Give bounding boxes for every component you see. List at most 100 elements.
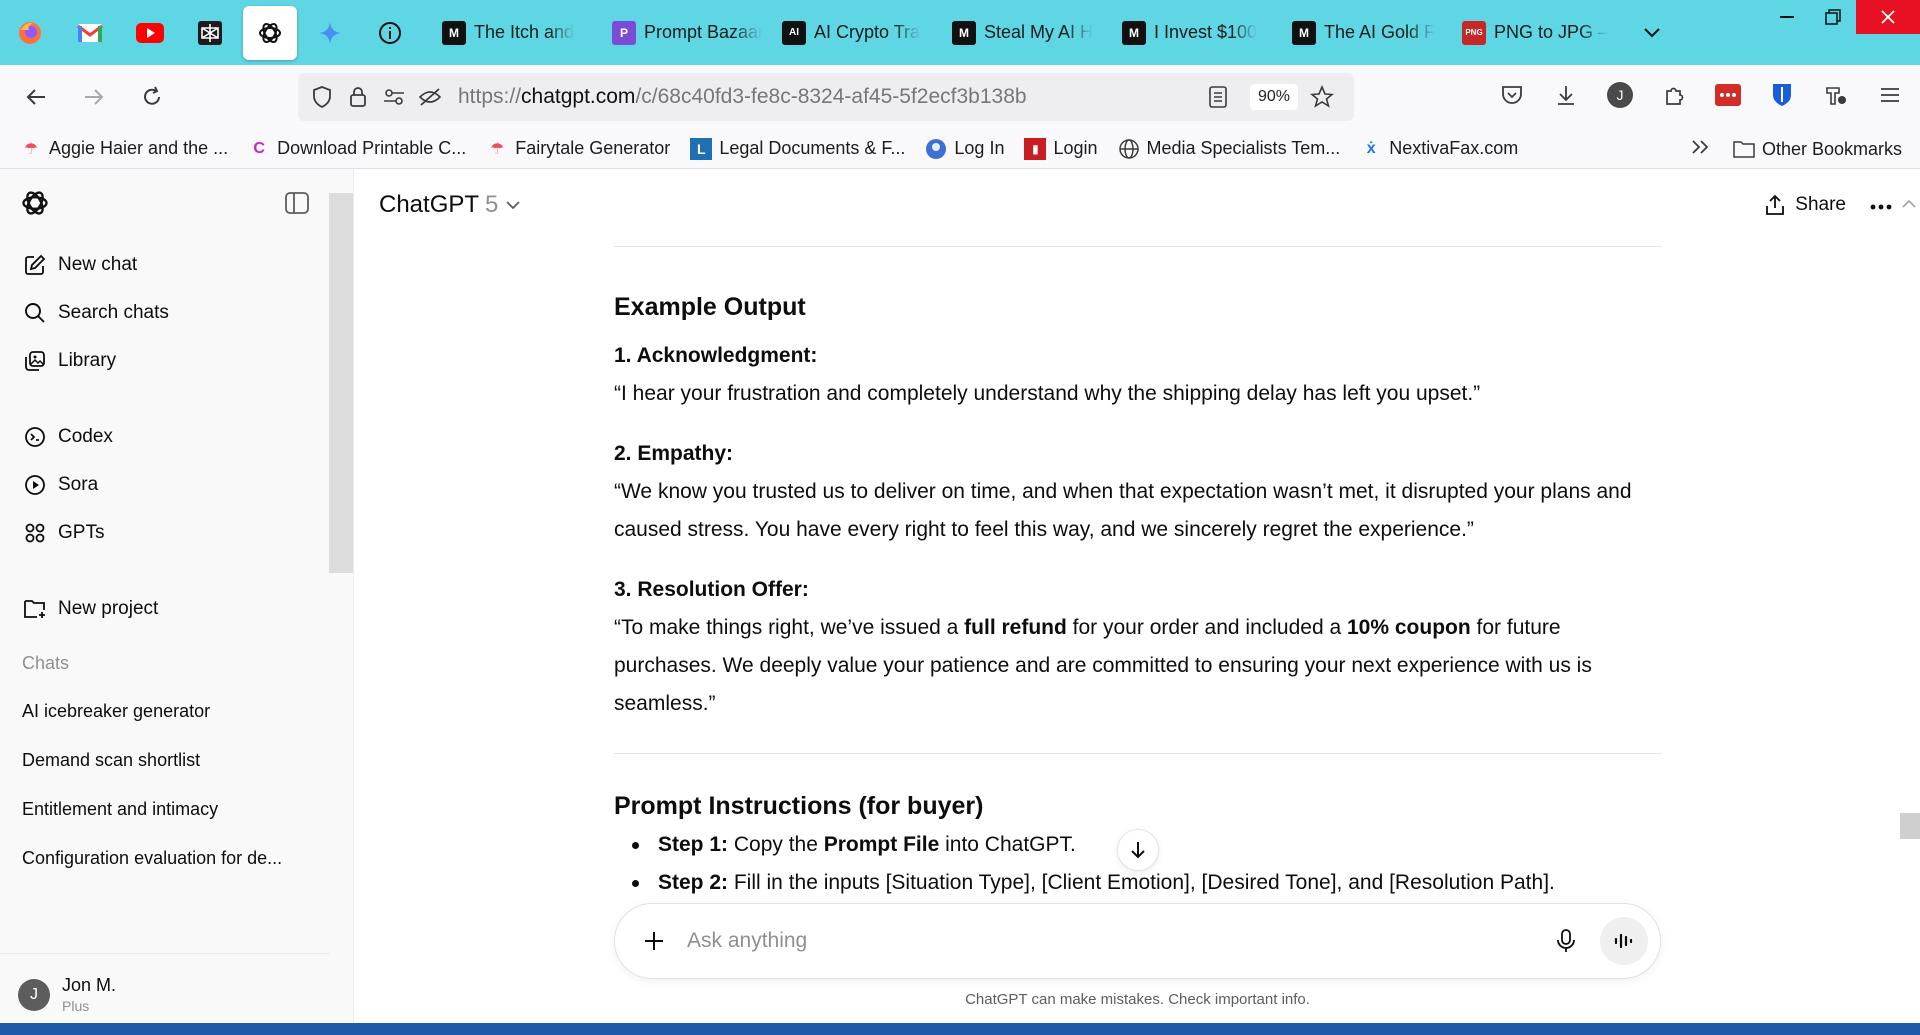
other-bookmarks-folder[interactable]: Other Bookmarks — [1733, 138, 1902, 160]
sidebar-scrollbar-thumb[interactable] — [329, 193, 353, 573]
bookmark-page-button[interactable] — [1308, 83, 1336, 111]
main-scrollbar-thumb[interactable] — [1900, 813, 1920, 839]
tab-4[interactable]: M Steal My AI H — [942, 13, 1112, 53]
shield-icon — [313, 86, 331, 108]
zoom-level-button[interactable]: 90% — [1249, 84, 1298, 110]
youtube-icon — [136, 22, 164, 43]
lastpass-icon — [1715, 84, 1741, 106]
bookmark-item[interactable]: Media Specialists Tem... — [1118, 138, 1340, 160]
chat-history-item[interactable]: Entitlement and intimacy — [0, 785, 353, 834]
dictate-button[interactable] — [1546, 921, 1586, 961]
tracking-protection-icon[interactable] — [308, 83, 336, 111]
more-bookmarks-button[interactable] — [1691, 139, 1711, 160]
sidebar-item-gpts[interactable]: GPTs — [0, 509, 353, 557]
app-menu-button[interactable] — [1870, 75, 1910, 115]
main-scrollbar[interactable] — [1898, 199, 1920, 899]
downloads-button[interactable] — [1546, 75, 1586, 115]
permissions-icon[interactable] — [380, 83, 408, 111]
ublock-extension-button[interactable] — [1816, 75, 1856, 115]
lastpass-extension-button[interactable] — [1708, 75, 1748, 115]
reader-view-icon — [1209, 86, 1227, 108]
sidebar-item-label: New project — [58, 598, 159, 619]
tab-title: The Itch and — [474, 22, 575, 42]
bookmark-item[interactable]: ▮ Login — [1024, 137, 1098, 160]
chat-history-item[interactable]: AI icebreaker generator — [0, 687, 353, 736]
minimize-button[interactable] — [1764, 0, 1810, 34]
add-attachment-button[interactable] — [639, 926, 669, 956]
pinned-tab-gemini[interactable] — [300, 3, 360, 63]
window-controls — [1764, 0, 1920, 34]
address-bar[interactable]: https://chatgpt.com/c/68c40fd3-fe8c-8324… — [298, 73, 1354, 121]
model-selector[interactable]: ChatGPT 5 — [379, 191, 521, 219]
bookmark-item[interactable]: ☂ Aggie Haier and the ... — [20, 138, 228, 160]
tab-title: Prompt Bazaar — [644, 22, 762, 42]
resolution-block: 3. Resolution Offer: “To make things rig… — [614, 571, 1661, 723]
pinned-tab-info[interactable] — [360, 3, 420, 63]
sidebar-item-label: Sora — [58, 474, 99, 495]
nextiva-icon: ẋ — [1366, 139, 1376, 157]
reader-view-button[interactable] — [1204, 83, 1232, 111]
sidebar-item-new-chat[interactable]: New chat — [0, 241, 353, 289]
tab-title: AI Crypto Tra — [814, 22, 921, 42]
arrow-right-icon — [85, 89, 104, 105]
medium-icon: M — [1122, 20, 1146, 45]
tab-2[interactable]: P Prompt Bazaar — [602, 13, 772, 53]
pinned-tab-youtube[interactable] — [120, 3, 180, 63]
back-button[interactable] — [14, 75, 58, 119]
perplexity-icon — [198, 20, 222, 45]
sidebar-item-label: Search chats — [58, 302, 169, 323]
extensions-button[interactable] — [1654, 75, 1694, 115]
share-label: Share — [1795, 194, 1846, 215]
umbrella-icon: ☂ — [490, 140, 505, 158]
sidebar-item-search-chats[interactable]: Search chats — [0, 289, 353, 337]
sidebar-scrollbar[interactable] — [329, 181, 353, 581]
scroll-up-icon[interactable] — [1902, 199, 1916, 209]
user-info: Jon M. Plus — [62, 975, 116, 1014]
tab-7[interactable]: PNG PNG to JPG – — [1452, 13, 1622, 53]
restore-button[interactable] — [1810, 0, 1856, 34]
bookmark-item[interactable]: L Legal Documents & F... — [690, 137, 905, 160]
tab-3[interactable]: AI AI Crypto Tra — [772, 13, 942, 53]
scroll-to-bottom-button[interactable] — [1117, 829, 1159, 871]
share-button[interactable]: Share — [1765, 194, 1846, 216]
prompt-input[interactable] — [687, 929, 1546, 953]
text-run: for your order and included a — [1066, 616, 1347, 639]
pinned-tab-firefox[interactable] — [0, 3, 60, 63]
chat-history-item[interactable]: Configuration evaluation for de... — [0, 834, 353, 883]
sidebar-item-new-project[interactable]: New project — [0, 585, 353, 633]
voice-mode-button[interactable] — [1600, 917, 1648, 965]
sidebar-item-codex[interactable]: Codex — [0, 413, 353, 461]
account-button[interactable]: J — [1600, 75, 1640, 115]
bookmark-item[interactable]: Log In — [925, 138, 1004, 160]
tab-5[interactable]: M I Invest $100 — [1112, 13, 1282, 53]
sidebar-item-library[interactable]: Library — [0, 337, 353, 385]
bookmark-item[interactable]: ẋ NextivaFax.com — [1360, 138, 1519, 160]
tab-1[interactable]: M The Itch and — [432, 13, 602, 53]
list-all-tabs-button[interactable] — [1632, 13, 1672, 53]
pinned-tab-chatgpt-active[interactable] — [243, 5, 297, 60]
reload-button[interactable] — [130, 75, 174, 119]
chat-history-item[interactable]: Demand scan shortlist — [0, 736, 353, 785]
tab-title: Steal My AI H — [984, 22, 1094, 42]
bookmarks-right: Other Bookmarks — [1691, 129, 1902, 169]
tab-6[interactable]: M The AI Gold F — [1282, 13, 1452, 53]
chatgpt-home-button[interactable] — [20, 188, 50, 223]
pinned-tab-gmail[interactable] — [60, 3, 120, 63]
sidebar-item-sora[interactable]: Sora — [0, 461, 353, 509]
bookmark-item[interactable]: ☂ Fairytale Generator — [486, 138, 670, 160]
chats-section-heading: Chats — [22, 652, 70, 673]
forward-button[interactable] — [72, 75, 116, 119]
tab-title: PNG to JPG – — [1494, 22, 1609, 42]
blocked-media-icon[interactable] — [416, 83, 444, 111]
bookmark-item[interactable]: C Download Printable C... — [248, 138, 466, 160]
site-security-icon[interactable] — [344, 83, 372, 111]
bitwarden-extension-button[interactable] — [1762, 75, 1802, 115]
pinned-tab-perplexity[interactable] — [180, 3, 240, 63]
browser-tab-strip: M The Itch and P Prompt Bazaar AI AI Cry… — [0, 0, 1920, 65]
close-window-button[interactable] — [1856, 0, 1920, 34]
pocket-button[interactable] — [1492, 75, 1532, 115]
conversation-options-button[interactable] — [1870, 194, 1892, 216]
close-sidebar-button[interactable] — [285, 191, 309, 219]
chatgpt-logo-icon — [22, 190, 48, 215]
edit-icon — [22, 252, 48, 278]
